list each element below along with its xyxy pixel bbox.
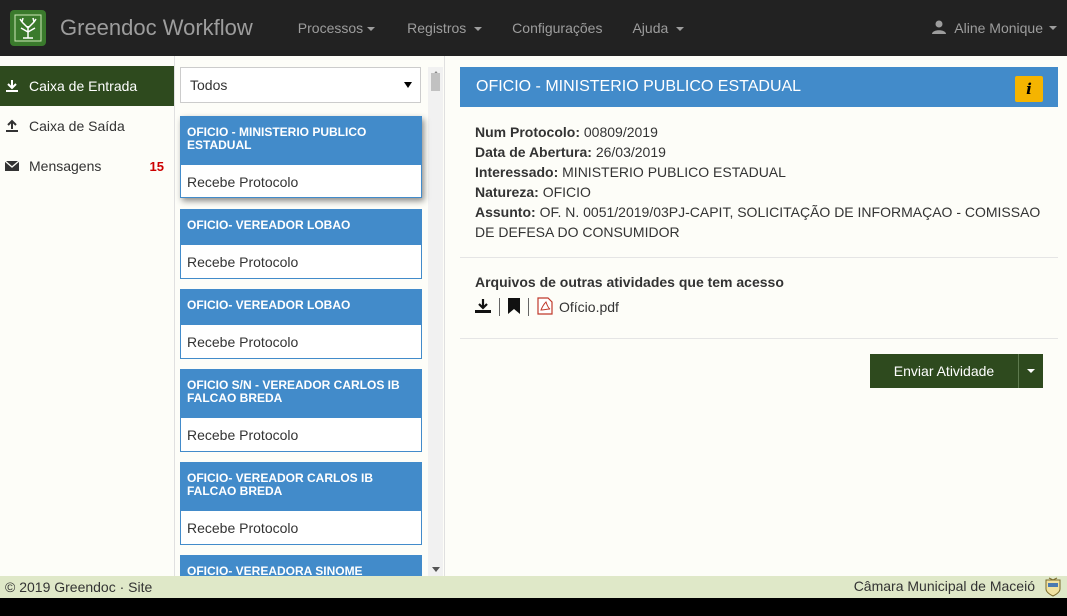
send-activity-dropdown-toggle[interactable] (1018, 354, 1043, 388)
detail-panel: OFICIO - MINISTERIO PUBLICO ESTADUAL i N… (445, 56, 1067, 576)
field-value: 26/03/2019 (595, 144, 666, 160)
footer-organization: Câmara Municipal de Maceió (853, 578, 1035, 594)
list-item[interactable]: OFICIO S/N - VEREADOR CARLOS IB FALCAO B… (180, 369, 422, 452)
list-item-body: Recebe Protocolo (187, 427, 299, 443)
detail-title: OFICIO - MINISTERIO PUBLICO ESTADUAL (476, 78, 802, 95)
file-row: Ofício.pdf (475, 296, 619, 318)
field-value: OF. N. 0051/2019/03PJ-CAPIT, SOLICITAÇÃO… (475, 204, 1041, 240)
top-navbar: Greendoc Workflow Processos Registros Co… (0, 0, 1067, 56)
scroll-thumb[interactable] (431, 73, 440, 91)
field-data-abertura: Data de Abertura: 26/03/2019 (475, 142, 1050, 162)
field-interessado: Interessado: MINISTERIO PUBLICO ESTADUAL (475, 162, 1050, 182)
field-label: Num Protocolo: (475, 124, 580, 140)
sidebar-item-label: Caixa de Saída (29, 118, 125, 134)
field-num-protocolo: Num Protocolo: 00809/2019 (475, 122, 1050, 142)
field-value: 00809/2019 (583, 124, 658, 140)
user-menu[interactable]: Aline Monique (932, 0, 1057, 56)
list-item[interactable]: OFICIO- VEREADOR LOBAO Recebe Protocolo (180, 209, 422, 279)
chevron-down-icon (367, 27, 376, 32)
sidebar-item-label: Mensagens (29, 158, 102, 174)
bottom-bar (0, 598, 1067, 616)
list-item[interactable]: OFICIO- VEREADOR LOBAO Recebe Protocolo (180, 289, 422, 359)
detail-header: OFICIO - MINISTERIO PUBLICO ESTADUAL i (460, 67, 1058, 107)
list-item[interactable]: OFICIO- VEREADORA SINOME (180, 555, 422, 576)
divider (460, 338, 1058, 339)
file-link[interactable]: Ofício.pdf (559, 299, 619, 315)
sidebar-item-caixa-entrada[interactable]: Caixa de Entrada (0, 66, 174, 106)
envelope-icon (5, 160, 19, 172)
menu-configuracoes[interactable]: Configurações (497, 20, 617, 36)
list-item[interactable]: OFICIO- VEREADOR CARLOS IB FALCAO BREDA … (180, 462, 422, 545)
list-item-body: Recebe Protocolo (187, 254, 299, 270)
sidebar-item-caixa-saida[interactable]: Caixa de Saída (0, 106, 174, 146)
app-brand[interactable]: Greendoc Workflow (60, 15, 253, 41)
menu-processos-label: Processos (297, 20, 364, 36)
sidebar: Caixa de Entrada Caixa de Saída Mensagen… (0, 56, 175, 576)
download-icon[interactable] (475, 298, 491, 317)
field-label: Interessado: (475, 164, 559, 180)
menu-registros-label: Registros (407, 20, 467, 36)
menu-ajuda-label: Ajuda (632, 20, 669, 36)
menu-processos[interactable]: Processos (283, 20, 390, 36)
menu-registros[interactable]: Registros (392, 20, 497, 36)
list-item-title: OFICIO- VEREADORA SINOME (181, 556, 421, 576)
sidebar-item-mensagens[interactable]: Mensagens 15 (0, 146, 174, 186)
divider (499, 298, 500, 316)
list-scrollbar[interactable] (428, 67, 443, 576)
pdf-file-icon (537, 296, 553, 318)
main-menu: Processos Registros Configurações Ajuda (283, 20, 699, 36)
divider (460, 257, 1058, 258)
info-icon[interactable]: i (1015, 76, 1043, 102)
bookmark-icon[interactable] (508, 297, 520, 317)
sidebar-item-label: Caixa de Entrada (29, 78, 138, 94)
filter-select-value: Todos (190, 77, 228, 93)
divider (528, 298, 529, 316)
greendoc-logo-icon[interactable] (10, 10, 46, 46)
user-icon (932, 20, 947, 37)
field-value: OFICIO (542, 184, 591, 200)
send-activity-button[interactable]: Enviar Atividade (870, 354, 1018, 388)
list-item-title: OFICIO- VEREADOR LOBAO (181, 210, 421, 245)
chevron-down-icon (474, 27, 483, 32)
menu-ajuda[interactable]: Ajuda (617, 20, 699, 36)
scroll-down-icon[interactable] (432, 567, 440, 572)
select-arrow-icon (404, 82, 412, 88)
filter-select[interactable]: Todos (180, 67, 421, 103)
field-natureza: Natureza: OFICIO (475, 182, 1050, 202)
menu-configuracoes-label: Configurações (512, 20, 603, 36)
field-label: Natureza: (475, 184, 539, 200)
footer: © 2019 Greendoc · Site Câmara Municipal … (0, 576, 1067, 598)
list-item-title: OFICIO- VEREADOR LOBAO (181, 290, 421, 325)
upload-icon (5, 119, 19, 133)
crest-icon (1044, 577, 1062, 597)
field-assunto: Assunto: OF. N. 0051/2019/03PJ-CAPIT, SO… (475, 202, 1050, 242)
field-value: MINISTERIO PUBLICO ESTADUAL (562, 164, 786, 180)
chevron-down-icon (1049, 26, 1057, 30)
field-label: Data de Abertura: (475, 144, 592, 160)
info-icon-label: i (1026, 80, 1032, 98)
chevron-down-icon (676, 27, 685, 32)
download-icon (5, 79, 19, 93)
list-item-body: Recebe Protocolo (187, 520, 299, 536)
protocol-fields: Num Protocolo: 00809/2019 Data de Abertu… (475, 122, 1050, 242)
files-title: Arquivos de outras atividades que tem ac… (475, 274, 784, 290)
list-item-title: OFICIO S/N - VEREADOR CARLOS IB FALCAO B… (181, 370, 421, 418)
list-item-title: OFICIO - MINISTERIO PUBLICO ESTADUAL (181, 117, 421, 165)
field-label: Assunto: (475, 204, 536, 220)
user-name: Aline Monique (954, 20, 1043, 36)
list-item[interactable]: OFICIO - MINISTERIO PUBLICO ESTADUAL Rec… (180, 116, 422, 198)
list-item-title: OFICIO- VEREADOR CARLOS IB FALCAO BREDA (181, 463, 421, 511)
list-item-body: Recebe Protocolo (187, 334, 299, 350)
footer-copyright: © 2019 Greendoc · Site (5, 579, 153, 595)
list-item-body: Recebe Protocolo (187, 173, 299, 190)
messages-count-badge: 15 (149, 158, 164, 174)
chevron-down-icon (1027, 369, 1035, 373)
activity-list-column: Todos OFICIO - MINISTERIO PUBLICO ESTADU… (175, 56, 445, 576)
